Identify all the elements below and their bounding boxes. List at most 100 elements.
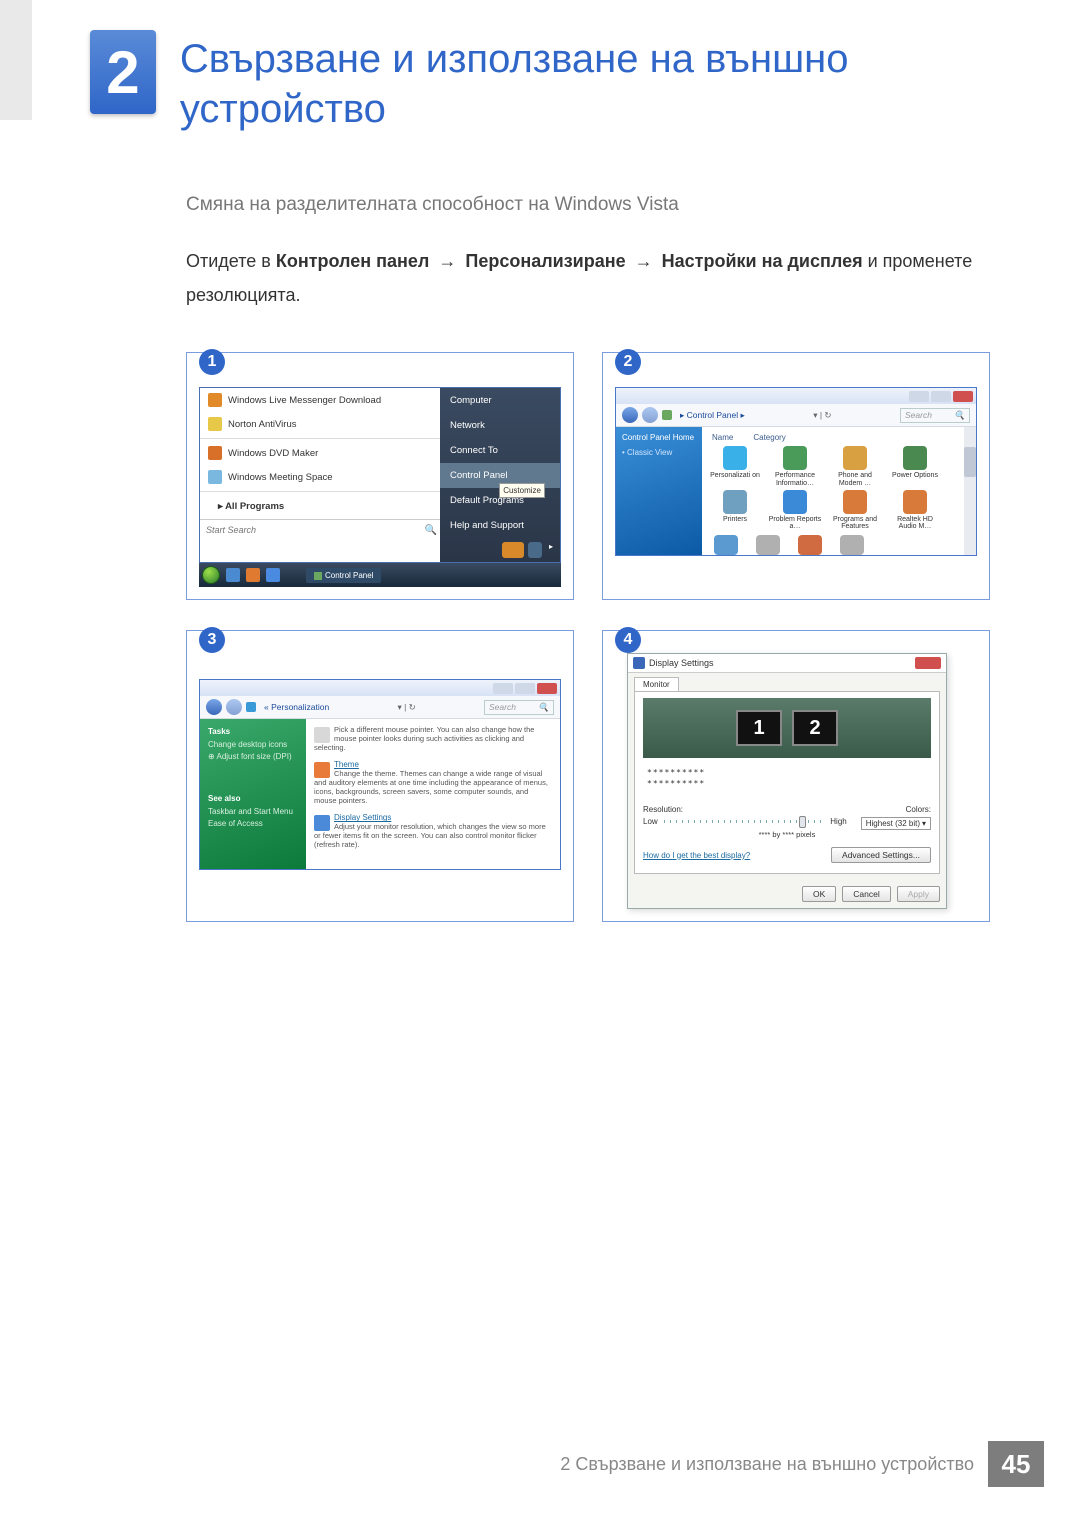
link-title: Display Settings <box>314 813 552 822</box>
power-icon[interactable] <box>502 542 524 558</box>
personalization-icon <box>246 702 256 712</box>
arrow-icon: → <box>438 251 456 271</box>
control-panel-item[interactable]: Problem Reports a… <box>768 490 822 531</box>
control-panel-item[interactable]: Printers <box>708 490 762 531</box>
theme-item[interactable]: Theme Change the theme. Themes can chang… <box>314 760 552 805</box>
step-frame-3: 3 « Personalization ▾ | ↻ Search🔍 <box>186 630 574 922</box>
control-panel-item[interactable]: Programs and Features <box>828 490 882 531</box>
label: Windows DVD Maker <box>228 448 318 459</box>
cp-icon-extra[interactable] <box>756 535 780 555</box>
right-item-connect[interactable]: Connect To <box>440 438 560 463</box>
placeholder-text: ********** ********** <box>643 768 931 789</box>
col-category[interactable]: Category <box>753 433 785 442</box>
right-item-computer[interactable]: Computer <box>440 388 560 413</box>
right-item-help[interactable]: Help and Support <box>440 513 560 538</box>
start-menu-item[interactable]: Windows DVD Maker <box>200 441 440 465</box>
control-panel-item[interactable]: Realtek HD Audio M… <box>888 490 942 531</box>
resolution-label: Resolution: <box>643 805 683 814</box>
adjust-font-size[interactable]: ⊕ Adjust font size (DPI) <box>208 752 298 761</box>
ok-button[interactable]: OK <box>802 886 836 902</box>
control-panel-item[interactable]: Performance Informatio… <box>768 446 822 487</box>
back-icon[interactable] <box>622 407 638 423</box>
close-icon[interactable] <box>953 391 973 402</box>
label: Norton AntiVirus <box>228 419 296 430</box>
lock-icon[interactable] <box>528 542 542 558</box>
cp-icon-extra[interactable] <box>714 535 738 555</box>
control-panel-item[interactable]: Phone and Modem … <box>828 446 882 487</box>
step-number-4: 4 <box>615 627 641 653</box>
best-display-link[interactable]: How do I get the best display? <box>643 851 750 860</box>
text: Отидете в <box>186 251 276 271</box>
titlebar: Display Settings <box>628 654 946 673</box>
monitor-icon <box>314 815 330 831</box>
start-menu-item[interactable]: Windows Live Messenger Download <box>200 388 440 412</box>
display-icon <box>633 657 645 669</box>
breadcrumb[interactable]: « Personalization <box>260 702 329 712</box>
col-name[interactable]: Name <box>712 433 733 442</box>
taskbar-icon[interactable] <box>266 568 280 582</box>
forward-icon[interactable] <box>642 407 658 423</box>
step-number-2: 2 <box>615 349 641 375</box>
control-panel-window: ▸ Control Panel ▸ ▾ | ↻ Search🔍 Control … <box>615 387 977 556</box>
display-settings-dialog: Display Settings Monitor 1 2 ********** … <box>627 653 947 909</box>
right-item-network[interactable]: Network <box>440 413 560 438</box>
chapter-title: Свързване и използване на външно устройс… <box>180 30 990 134</box>
maximize-icon[interactable] <box>515 683 535 694</box>
breadcrumb[interactable]: ▸ Control Panel ▸ <box>676 410 745 421</box>
cancel-button[interactable]: Cancel <box>842 886 890 902</box>
mouse-icon <box>314 727 330 743</box>
start-orb-icon[interactable] <box>202 566 220 584</box>
titlebar <box>616 388 976 404</box>
display-settings-item[interactable]: Display Settings Adjust your monitor res… <box>314 813 552 849</box>
start-menu-item[interactable]: Norton AntiVirus <box>200 412 440 436</box>
minimize-icon[interactable] <box>909 391 929 402</box>
control-panel-item[interactable]: Power Options <box>888 446 942 487</box>
sidebar: Control Panel Home • Classic View <box>616 427 702 555</box>
minimize-icon[interactable] <box>493 683 513 694</box>
ease-of-access[interactable]: Ease of Access <box>208 819 298 828</box>
description: Pick a different mouse pointer. You can … <box>314 725 552 752</box>
cp-icon-extra[interactable] <box>840 535 864 555</box>
monitor-1[interactable]: 1 <box>736 710 782 746</box>
chevron-right-icon[interactable]: ▸ <box>546 542 556 558</box>
taskbar-button-control-panel[interactable]: Control Panel <box>306 568 381 583</box>
search-input[interactable]: Search🔍 <box>900 408 970 423</box>
sidebar: Tasks Change desktop icons ⊕ Adjust font… <box>200 719 306 869</box>
all-programs[interactable]: ▸ All Programs <box>200 494 440 519</box>
slider-low: Low <box>643 817 658 826</box>
mouse-pointers-item[interactable]: Pick a different mouse pointer. You can … <box>314 725 552 752</box>
back-icon[interactable] <box>206 699 222 715</box>
forward-icon[interactable] <box>226 699 242 715</box>
link-title: Theme <box>314 760 552 769</box>
start-menu-item[interactable]: Windows Meeting Space <box>200 465 440 489</box>
tasks-heading: Tasks <box>208 727 298 736</box>
label: Windows Live Messenger Download <box>228 395 381 406</box>
scrollbar[interactable] <box>964 427 976 555</box>
change-desktop-icons[interactable]: Change desktop icons <box>208 740 298 749</box>
search-input[interactable]: Search🔍 <box>484 700 554 715</box>
colors-select[interactable]: Highest (32 bit)▾ <box>861 817 931 830</box>
resolution-value: **** by **** pixels <box>643 830 931 839</box>
advanced-settings-button[interactable]: Advanced Settings... <box>831 847 931 863</box>
search-input[interactable] <box>200 520 422 540</box>
control-panel-item[interactable]: Personalizati on <box>708 446 762 487</box>
see-also-heading: See also <box>208 794 298 803</box>
bold-personalization: Персонализиране <box>465 251 625 271</box>
maximize-icon[interactable] <box>931 391 951 402</box>
taskbar-icon[interactable] <box>246 568 260 582</box>
sidebar-classic-view[interactable]: • Classic View <box>622 448 696 457</box>
taskbar-icon[interactable] <box>226 568 240 582</box>
bold-control-panel: Контролен панел <box>276 251 430 271</box>
taskbar-start-menu[interactable]: Taskbar and Start Menu <box>208 807 298 816</box>
resolution-slider[interactable]: Low High <box>643 817 847 826</box>
close-icon[interactable] <box>915 657 941 669</box>
close-icon[interactable] <box>537 683 557 694</box>
sidebar-home[interactable]: Control Panel Home <box>622 433 696 442</box>
instruction-text: Отидете в Контролен панел → Персонализир… <box>186 244 990 312</box>
tab-monitor[interactable]: Monitor <box>634 677 679 691</box>
dialog-title: Display Settings <box>649 658 714 668</box>
apply-button[interactable]: Apply <box>897 886 940 902</box>
cp-icon-extra[interactable] <box>798 535 822 555</box>
monitor-2[interactable]: 2 <box>792 710 838 746</box>
start-search[interactable]: 🔍 <box>200 519 440 540</box>
